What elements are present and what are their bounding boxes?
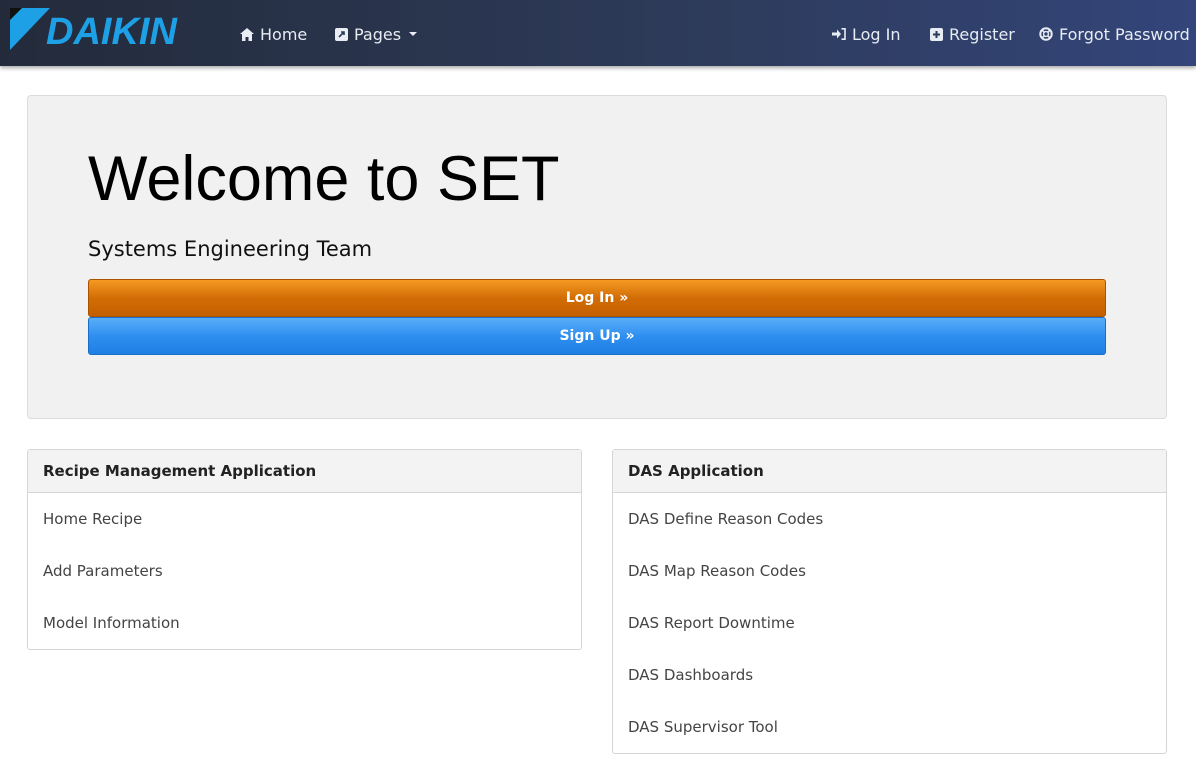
recipe-panel-list: Home Recipe Add Parameters Model Informa…: [28, 493, 581, 649]
plus-square-icon: [929, 27, 943, 41]
list-item-das-supervisor-tool[interactable]: DAS Supervisor Tool: [613, 701, 1166, 753]
list-item-das-dashboards[interactable]: DAS Dashboards: [613, 649, 1166, 701]
nav-home-label: Home: [260, 24, 308, 44]
life-ring-icon: [1039, 27, 1053, 41]
top-navbar: DAIKIN Home Pages Log In Register Forgot…: [0, 0, 1196, 66]
list-item-add-parameters[interactable]: Add Parameters: [28, 545, 581, 597]
das-panel-list: DAS Define Reason Codes DAS Map Reason C…: [613, 493, 1166, 753]
sign-in-icon: [832, 27, 846, 41]
chevron-down-icon: [409, 32, 418, 36]
nav-pages-dropdown[interactable]: Pages: [334, 22, 418, 46]
nav-pages-label: Pages: [354, 24, 402, 44]
nav-login-label: Log In: [852, 24, 901, 44]
recipe-panel-title: Recipe Management Application: [28, 450, 581, 493]
daikin-logo[interactable]: DAIKIN: [8, 8, 226, 52]
nav-register[interactable]: Register: [929, 22, 1015, 46]
list-item-home-recipe[interactable]: Home Recipe: [28, 493, 581, 545]
brand-text: DAIKIN: [46, 11, 178, 52]
list-item-das-report-downtime[interactable]: DAS Report Downtime: [613, 597, 1166, 649]
nav-forgot-password[interactable]: Forgot Password: [1039, 22, 1190, 46]
page-title: Welcome to SET: [88, 144, 560, 214]
recipe-management-panel: Recipe Management Application Home Recip…: [27, 449, 582, 650]
signup-button[interactable]: Sign Up »: [88, 317, 1106, 355]
das-application-panel: DAS Application DAS Define Reason Codes …: [612, 449, 1167, 754]
nav-register-label: Register: [949, 24, 1015, 44]
list-item-model-information[interactable]: Model Information: [28, 597, 581, 649]
list-item-das-map-reason-codes[interactable]: DAS Map Reason Codes: [613, 545, 1166, 597]
login-button[interactable]: Log In »: [88, 279, 1106, 317]
list-item-das-define-reason-codes[interactable]: DAS Define Reason Codes: [613, 493, 1166, 545]
external-link-icon: [334, 27, 348, 41]
nav-login[interactable]: Log In: [832, 22, 901, 46]
home-icon: [240, 27, 254, 41]
nav-forgot-password-label: Forgot Password: [1059, 24, 1190, 44]
nav-home[interactable]: Home: [240, 22, 307, 46]
welcome-jumbotron: Welcome to SET Systems Engineering Team …: [27, 95, 1167, 419]
page-subtitle: Systems Engineering Team: [88, 237, 373, 261]
das-panel-title: DAS Application: [613, 450, 1166, 493]
